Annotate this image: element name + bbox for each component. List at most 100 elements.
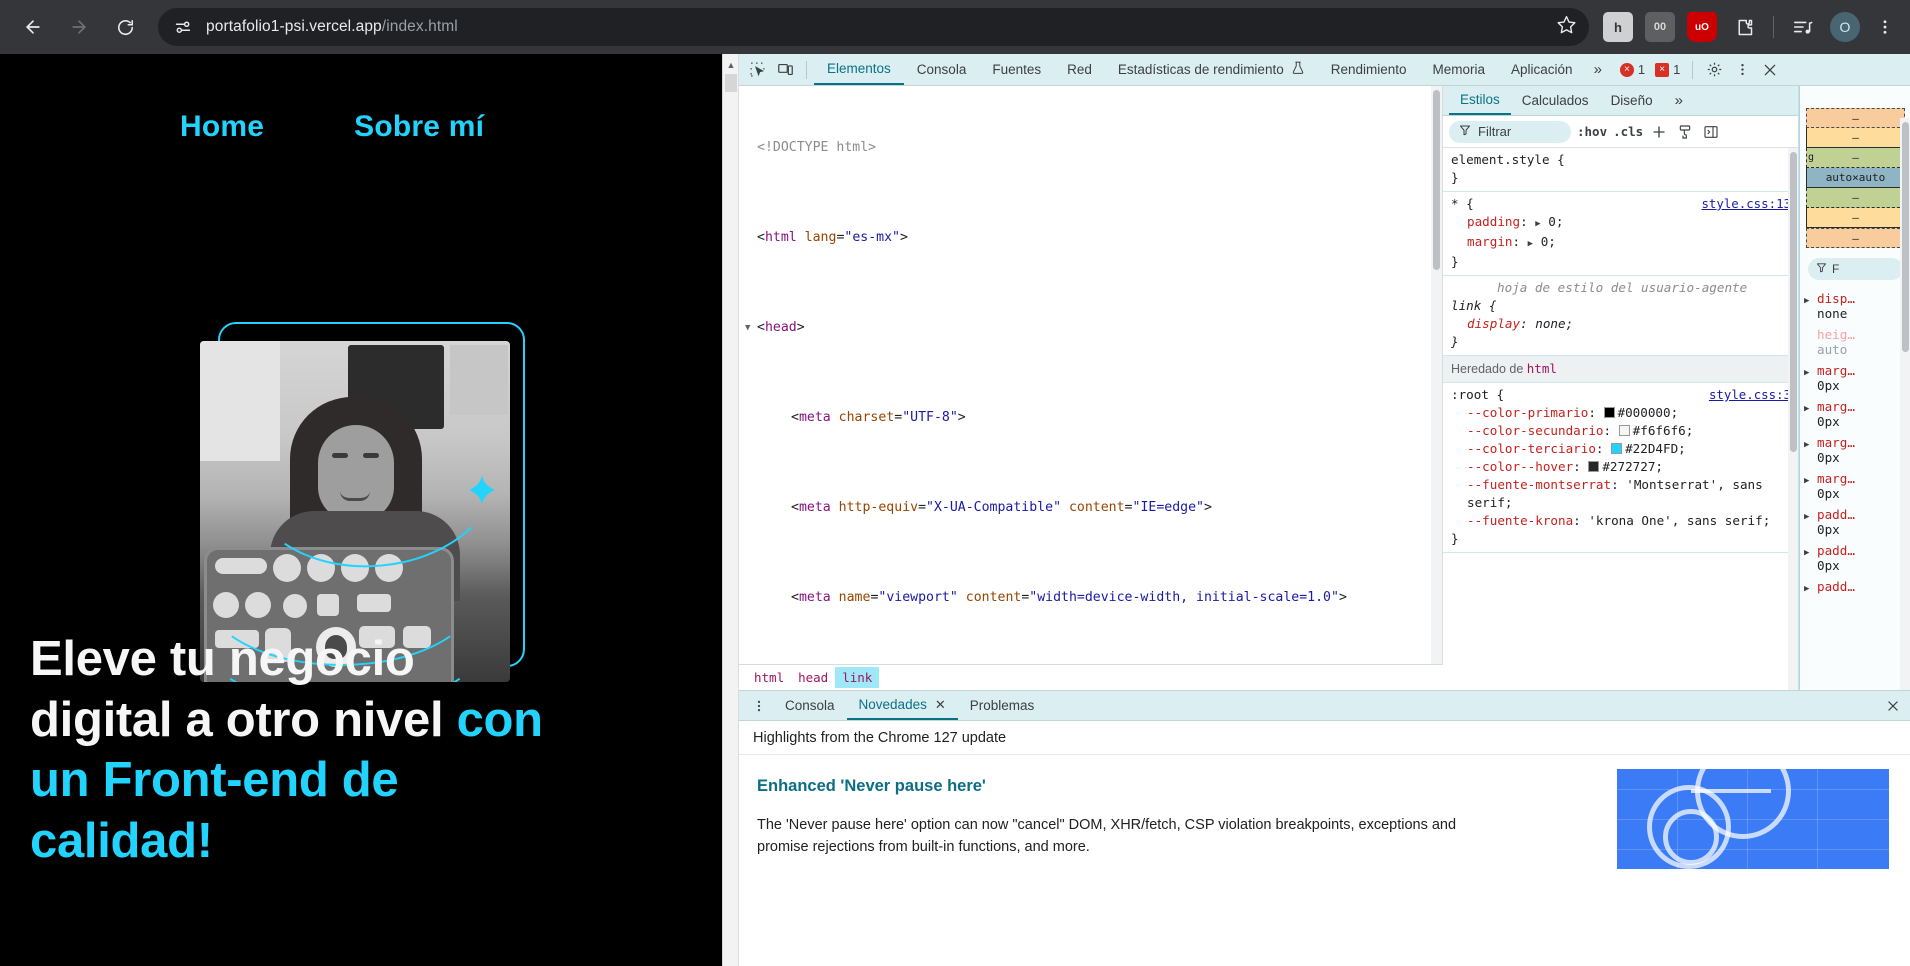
rule-universal[interactable]: * { style.css:13 padding: ▶ 0; margin: ▶… <box>1443 192 1798 276</box>
drawer-tab-novedades[interactable]: Novedades ✕ <box>846 691 958 720</box>
warning-count-badge[interactable]: × 1 <box>1655 62 1680 77</box>
scrollbar-thumb[interactable] <box>1902 122 1909 352</box>
close-devtools-icon[interactable] <box>1756 56 1784 84</box>
tab-diseno[interactable]: Diseño <box>1600 86 1664 115</box>
nav-link-home[interactable]: Home <box>180 110 264 144</box>
plus-icon[interactable] <box>1649 122 1669 142</box>
rule-user-agent-link[interactable]: hoja de estilo del usuario-agente link {… <box>1443 276 1798 356</box>
computed-property-margin-4[interactable]: ▶ marg… 0px <box>1804 468 1907 504</box>
computed-property-padding-2[interactable]: ▶ padd… 0px <box>1804 540 1907 576</box>
expand-triangle-icon[interactable]: ▼ <box>745 317 750 340</box>
star-icon[interactable] <box>1556 14 1577 40</box>
extensions-puzzle-icon[interactable] <box>1729 12 1759 42</box>
drawer-tab-consola[interactable]: Consola <box>773 691 847 720</box>
box-model-margin-top[interactable]: – <box>1806 108 1905 128</box>
close-icon[interactable]: ✕ <box>935 697 946 713</box>
declaration-fuente-montserrat[interactable]: --fuente-montserrat: 'Montserrat', sans … <box>1451 476 1791 512</box>
tab-rendimiento[interactable]: Rendimiento <box>1318 54 1420 85</box>
computed-scrollbar[interactable] <box>1900 118 1910 690</box>
box-model-content[interactable]: auto×auto <box>1806 168 1905 188</box>
toggle-sidebar-icon[interactable] <box>1701 122 1721 142</box>
styles-more-tabs-icon[interactable]: » <box>1664 86 1694 115</box>
address-bar[interactable]: portafolio1-psi.vercel.app/index.html <box>158 8 1589 46</box>
expand-triangle-icon[interactable]: ▶ <box>1535 219 1540 229</box>
tab-elementos[interactable]: Elementos <box>814 54 904 85</box>
expand-triangle-icon[interactable]: ▶ <box>1804 363 1814 393</box>
tab-calculados[interactable]: Calculados <box>1511 86 1600 115</box>
box-model-margin-bottom[interactable]: – <box>1806 228 1905 248</box>
expand-triangle-icon[interactable]: ▶ <box>1804 471 1814 501</box>
tab-fuentes[interactable]: Fuentes <box>979 54 1054 85</box>
extension-ublock-icon[interactable]: uO <box>1687 12 1717 42</box>
gear-icon[interactable] <box>1700 56 1728 84</box>
tab-aplicacion[interactable]: Aplicación <box>1498 54 1586 85</box>
tab-memoria[interactable]: Memoria <box>1420 54 1499 85</box>
computed-property-padding-3[interactable]: ▶ padd… <box>1804 576 1907 600</box>
error-count-badge[interactable]: × 1 <box>1619 62 1645 77</box>
tab-estadisticas-rendimiento[interactable]: Estadísticas de rendimiento <box>1105 54 1318 85</box>
code-line-meta-charset[interactable]: <meta charset="UTF-8"> <box>739 407 1442 430</box>
computed-property-margin-1[interactable]: ▶ marg… 0px <box>1804 360 1907 396</box>
box-model-diagram[interactable]: – – g – auto×auto – – – <box>1806 108 1905 248</box>
cls-toggle[interactable]: .cls <box>1613 124 1643 139</box>
inspect-element-icon[interactable] <box>743 56 771 84</box>
tab-estilos[interactable]: Estilos <box>1449 86 1511 115</box>
tab-consola[interactable]: Consola <box>904 54 980 85</box>
close-drawer-icon[interactable] <box>1883 696 1903 716</box>
expand-triangle-icon[interactable]: ▶ <box>1804 435 1814 465</box>
dom-tree[interactable]: <!DOCTYPE html> <html lang="es-mx"> ▼ <he… <box>739 86 1442 664</box>
elements-tree-panel[interactable]: <!DOCTYPE html> <html lang="es-mx"> ▼ <he… <box>739 86 1443 664</box>
chevron-up-icon[interactable]: ▲ <box>725 58 737 72</box>
breadcrumb-html[interactable]: html <box>747 667 791 688</box>
code-line-meta-viewport[interactable]: <meta name="viewport" content="width=dev… <box>739 587 1442 610</box>
expand-triangle-icon[interactable]: ▶ <box>1804 543 1814 573</box>
code-line-doctype[interactable]: <!DOCTYPE html> <box>739 137 1442 160</box>
devtools-splitter[interactable]: ▲ <box>723 54 739 966</box>
breadcrumb-head[interactable]: head <box>791 667 835 688</box>
declaration-color-secundario[interactable]: --color-secundario: #f6f6f6; <box>1451 422 1791 440</box>
declaration-margin[interactable]: margin: ▶ 0; <box>1451 233 1791 253</box>
box-model-border-bottom[interactable]: – <box>1806 208 1905 228</box>
computed-property-padding-1[interactable]: ▶ padd… 0px <box>1804 504 1907 540</box>
color-swatch[interactable] <box>1611 443 1623 454</box>
styles-rules-list[interactable]: element.style { } * { style.css:13 paddi… <box>1443 148 1798 690</box>
declaration-padding[interactable]: padding: ▶ 0; <box>1451 213 1791 233</box>
color-swatch[interactable] <box>1603 407 1615 418</box>
rule-root[interactable]: :root { style.css:3 --color-primario: #0… <box>1443 383 1798 553</box>
computed-property-display[interactable]: ▶ disp… none <box>1804 288 1907 324</box>
site-settings-icon[interactable] <box>170 14 196 40</box>
styles-scrollbar[interactable] <box>1788 148 1798 690</box>
scrollbar-thumb[interactable] <box>1790 152 1797 452</box>
code-line-html[interactable]: <html lang="es-mx"> <box>739 227 1442 250</box>
declaration-color-primario[interactable]: --color-primario: #000000; <box>1451 404 1791 422</box>
drawer-menu-icon[interactable] <box>745 692 773 720</box>
box-model-border-top[interactable]: – <box>1806 128 1905 148</box>
extension-gray-icon[interactable]: 00 <box>1645 12 1675 42</box>
nav-link-sobre-mi[interactable]: Sobre mí <box>354 110 484 144</box>
expand-triangle-icon[interactable]: ▶ <box>1528 239 1533 249</box>
profile-avatar[interactable]: O <box>1830 12 1860 42</box>
hov-toggle[interactable]: :hov <box>1577 124 1607 139</box>
styles-filter-input[interactable]: Filtrar <box>1449 120 1571 143</box>
expand-triangle-icon[interactable]: ▶ <box>1804 399 1814 429</box>
expand-triangle-icon[interactable]: ▶ <box>1804 291 1814 321</box>
devtools-menu-icon[interactable] <box>1728 56 1756 84</box>
code-line-meta-httpequiv[interactable]: <meta http-equiv="X-UA-Compatible" conte… <box>739 497 1442 520</box>
rule-source-link[interactable]: style.css:3 <box>1709 386 1791 404</box>
tab-red[interactable]: Red <box>1054 54 1105 85</box>
box-model-padding-top[interactable]: g – <box>1806 148 1905 168</box>
reload-button[interactable] <box>106 8 144 46</box>
elements-scrollbar[interactable] <box>1431 86 1442 664</box>
splitter-grip[interactable] <box>725 74 737 92</box>
media-list-icon[interactable] <box>1788 12 1818 42</box>
computed-properties-list[interactable]: ▶ disp… none heig… auto ▶ marg… 0px ▶ marg…… <box>1800 286 1910 600</box>
breadcrumb-link[interactable]: link <box>835 667 880 688</box>
rule-source-link[interactable]: style.css:13 <box>1701 195 1791 213</box>
declaration-color-hover[interactable]: --color--hover: #272727; <box>1451 458 1791 476</box>
declaration-fuente-krona[interactable]: --fuente-krona: 'krona One', sans serif; <box>1451 512 1791 530</box>
computed-property-height[interactable]: heig… auto <box>1804 324 1907 360</box>
forward-button[interactable] <box>60 8 98 46</box>
device-toolbar-icon[interactable] <box>771 56 799 84</box>
scrollbar-thumb[interactable] <box>1433 90 1440 270</box>
declaration-display[interactable]: display: none; <box>1451 315 1791 333</box>
